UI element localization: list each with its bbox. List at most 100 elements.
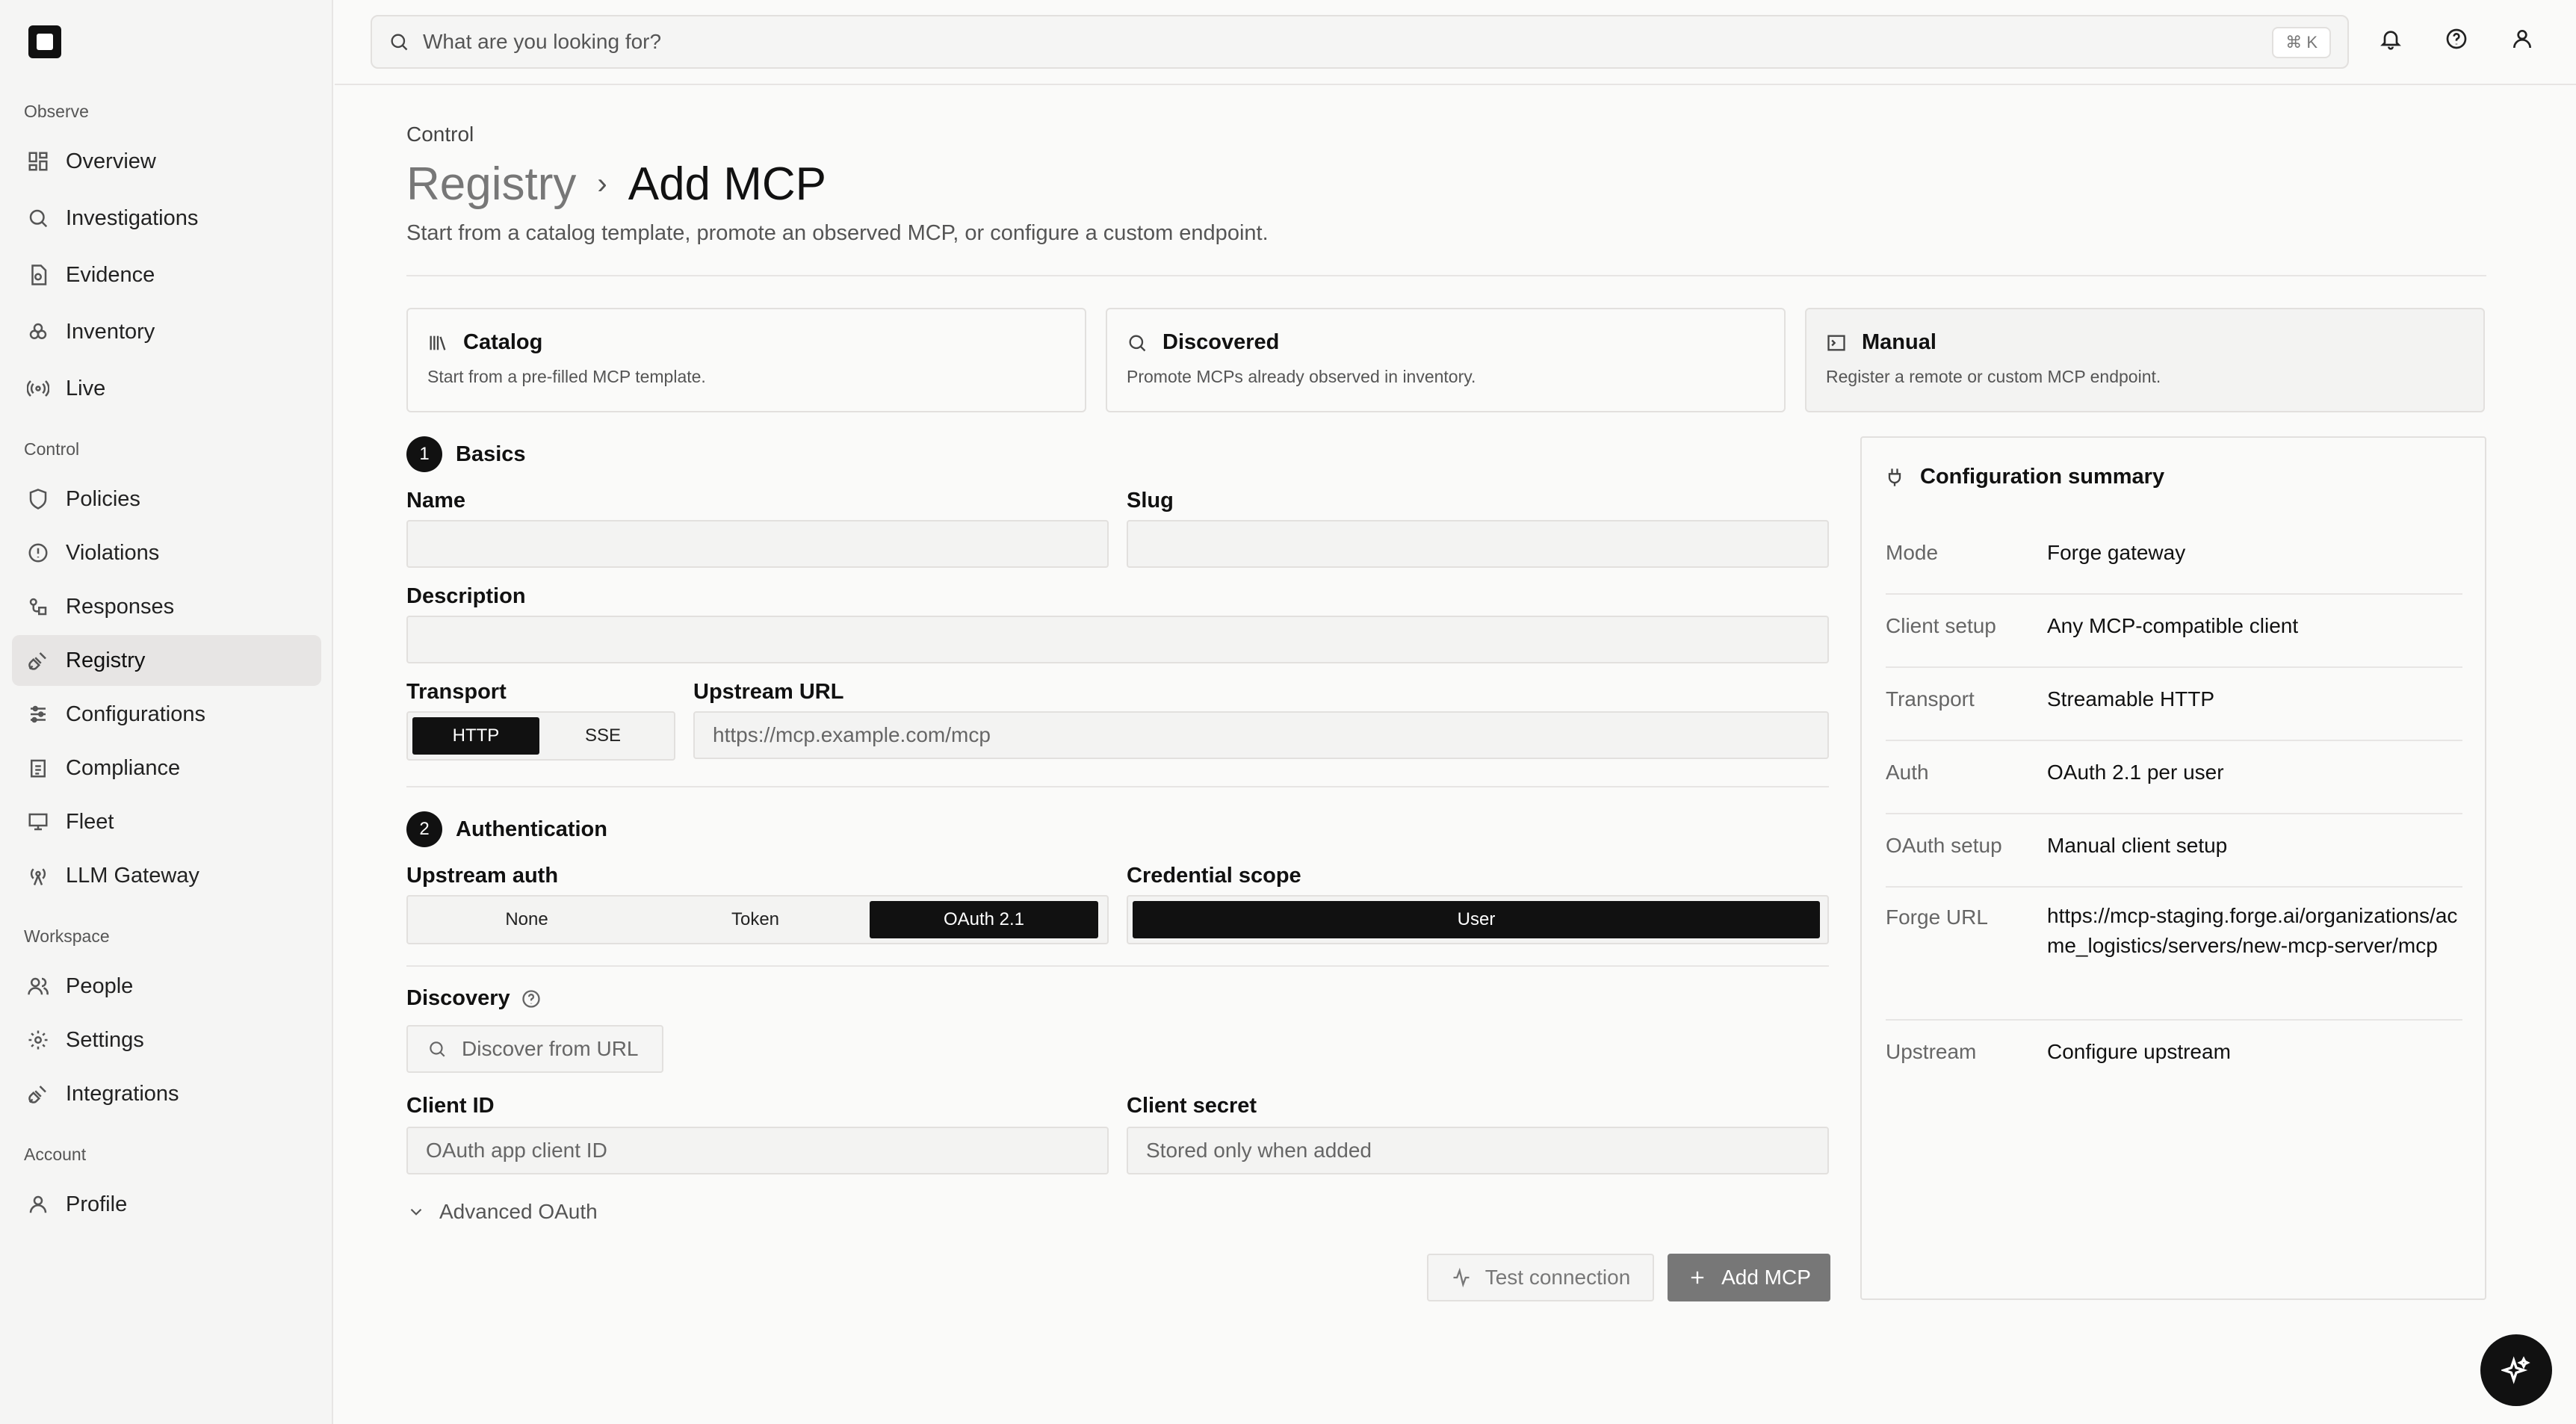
advanced-oauth-toggle[interactable]: Advanced OAuth bbox=[406, 1200, 598, 1224]
breadcrumb-parent[interactable]: Registry bbox=[406, 158, 576, 211]
antenna-icon bbox=[27, 864, 49, 887]
test-connection-button[interactable]: Test connection bbox=[1427, 1254, 1654, 1301]
sidebar-item-label: Violations bbox=[66, 540, 160, 565]
summary-row: Upstream Configure upstream bbox=[1886, 1021, 2462, 1094]
transport-label: Transport bbox=[406, 680, 507, 704]
name-label: Name bbox=[406, 489, 465, 513]
summary-row: Forge URL https://mcp-staging.forge.ai/o… bbox=[1886, 888, 2462, 1021]
slug-field[interactable] bbox=[1127, 520, 1829, 568]
sidebar-item-configurations[interactable]: Configurations bbox=[12, 689, 321, 740]
sidebar-item-label: Investigations bbox=[66, 205, 199, 230]
mode-card-desc: Promote MCPs already observed in invento… bbox=[1127, 367, 1476, 386]
page-subtitle: Start from a catalog template, promote a… bbox=[406, 221, 1269, 245]
page-title: Add MCP bbox=[628, 158, 827, 210]
help-icon[interactable] bbox=[521, 988, 542, 1009]
upstream-url-label: Upstream URL bbox=[693, 680, 844, 704]
step-basics: 1 Basics bbox=[406, 436, 526, 472]
nav-section-observe: Observe bbox=[24, 102, 89, 121]
auth-option-none[interactable]: None bbox=[412, 901, 641, 938]
sparkles-icon bbox=[2501, 1356, 2530, 1384]
summary-key: Transport bbox=[1886, 687, 1975, 711]
client-secret-field[interactable] bbox=[1127, 1127, 1829, 1174]
summary-value-url: https://mcp-staging.forge.ai/organizatio… bbox=[2047, 904, 2458, 957]
sidebar-item-inventory[interactable]: Inventory bbox=[12, 306, 321, 357]
sidebar-item-integrations[interactable]: Integrations bbox=[12, 1068, 321, 1119]
workflow-icon bbox=[27, 595, 49, 618]
mode-card-discovered[interactable]: Discovered Promote MCPs already observed… bbox=[1106, 308, 1786, 412]
assistant-button[interactable] bbox=[2480, 1334, 2552, 1406]
client-id-field[interactable] bbox=[406, 1127, 1109, 1174]
shortcut-badge: ⌘ K bbox=[2272, 27, 2331, 58]
sidebar-item-overview[interactable]: Overview bbox=[12, 136, 321, 187]
grid-icon bbox=[27, 150, 49, 173]
credential-scope-toggle: User bbox=[1127, 895, 1829, 944]
app-logo[interactable] bbox=[28, 25, 61, 58]
search-input[interactable] bbox=[423, 30, 2141, 54]
mode-card-desc: Register a remote or custom MCP endpoint… bbox=[1826, 367, 2161, 386]
auth-option-token[interactable]: Token bbox=[641, 901, 870, 938]
summary-row: Transport Streamable HTTP bbox=[1886, 668, 2462, 741]
global-search[interactable]: ⌘ K bbox=[371, 15, 2349, 69]
summary-value: Any MCP-compatible client bbox=[2047, 614, 2299, 637]
search-icon bbox=[430, 1041, 445, 1057]
divider bbox=[406, 275, 2486, 276]
sidebar-item-investigations[interactable]: Investigations bbox=[12, 193, 321, 244]
user-icon[interactable] bbox=[2507, 24, 2537, 54]
summary-header: Configuration summary bbox=[1884, 465, 2164, 489]
sidebar-item-responses[interactable]: Responses bbox=[12, 581, 321, 632]
discover-label: Discover from URL bbox=[462, 1037, 639, 1060]
divider bbox=[406, 786, 1829, 787]
monitor-icon bbox=[27, 811, 49, 833]
sidebar-item-fleet[interactable]: Fleet bbox=[12, 796, 321, 847]
slug-label: Slug bbox=[1127, 489, 1174, 513]
radio-icon bbox=[27, 377, 49, 400]
shield-icon bbox=[27, 488, 49, 510]
section-label: Control bbox=[406, 123, 474, 146]
search-icon bbox=[1129, 335, 1146, 351]
transport-option-sse[interactable]: SSE bbox=[539, 717, 666, 755]
topbar: ⌘ K bbox=[335, 0, 2576, 85]
file-icon bbox=[27, 264, 49, 286]
sidebar-item-label: LLM Gateway bbox=[66, 863, 199, 888]
sidebar-item-evidence[interactable]: Evidence bbox=[12, 250, 321, 300]
summary-value: OAuth 2.1 per user bbox=[2047, 761, 2224, 784]
sidebar-item-label: Profile bbox=[66, 1192, 128, 1216]
description-field[interactable] bbox=[406, 616, 1829, 663]
summary-key: OAuth setup bbox=[1886, 834, 2002, 857]
nav-section-workspace: Workspace bbox=[24, 926, 110, 946]
name-field[interactable] bbox=[406, 520, 1109, 568]
discover-from-url-button[interactable]: Discover from URL bbox=[406, 1025, 663, 1073]
nav-section-account: Account bbox=[24, 1145, 87, 1164]
sidebar-item-llm-gateway[interactable]: LLM Gateway bbox=[12, 850, 321, 901]
search-icon bbox=[391, 34, 408, 51]
mode-card-title: Discovered bbox=[1162, 330, 1280, 354]
sidebar-item-violations[interactable]: Violations bbox=[12, 527, 321, 578]
summary-key: Client setup bbox=[1886, 614, 1996, 637]
sidebar-item-label: Inventory bbox=[66, 319, 155, 344]
sidebar-item-people[interactable]: People bbox=[12, 961, 321, 1012]
step-authentication: 2 Authentication bbox=[406, 811, 607, 847]
auth-option-oauth[interactable]: OAuth 2.1 bbox=[870, 901, 1098, 938]
sidebar-item-settings[interactable]: Settings bbox=[12, 1015, 321, 1065]
summary-row: OAuth setup Manual client setup bbox=[1886, 814, 2462, 888]
sidebar-item-live[interactable]: Live bbox=[12, 363, 321, 414]
sidebar-item-label: Registry bbox=[66, 648, 146, 672]
upstream-url-field[interactable] bbox=[693, 711, 1829, 759]
sidebar-item-registry[interactable]: Registry bbox=[12, 635, 321, 686]
mode-card-manual[interactable]: Manual Register a remote or custom MCP e… bbox=[1805, 308, 2485, 412]
bell-icon[interactable] bbox=[2376, 24, 2406, 54]
step-number: 2 bbox=[406, 811, 442, 847]
add-mcp-button[interactable]: Add MCP bbox=[1668, 1254, 1830, 1301]
scope-option-user[interactable]: User bbox=[1133, 901, 1820, 938]
summary-key: Mode bbox=[1886, 541, 1939, 564]
sidebar-item-label: Live bbox=[66, 376, 106, 400]
help-icon[interactable] bbox=[2442, 24, 2471, 54]
sidebar-item-policies[interactable]: Policies bbox=[12, 474, 321, 524]
mode-card-catalog[interactable]: Catalog Start from a pre-filled MCP temp… bbox=[406, 308, 1086, 412]
advanced-oauth-label: Advanced OAuth bbox=[439, 1200, 598, 1223]
sidebar-item-compliance[interactable]: Compliance bbox=[12, 743, 321, 793]
summary-value: Manual client setup bbox=[2047, 834, 2228, 857]
step-title: Authentication bbox=[456, 817, 607, 841]
sidebar-item-profile[interactable]: Profile bbox=[12, 1179, 321, 1230]
transport-option-http[interactable]: HTTP bbox=[412, 717, 539, 755]
